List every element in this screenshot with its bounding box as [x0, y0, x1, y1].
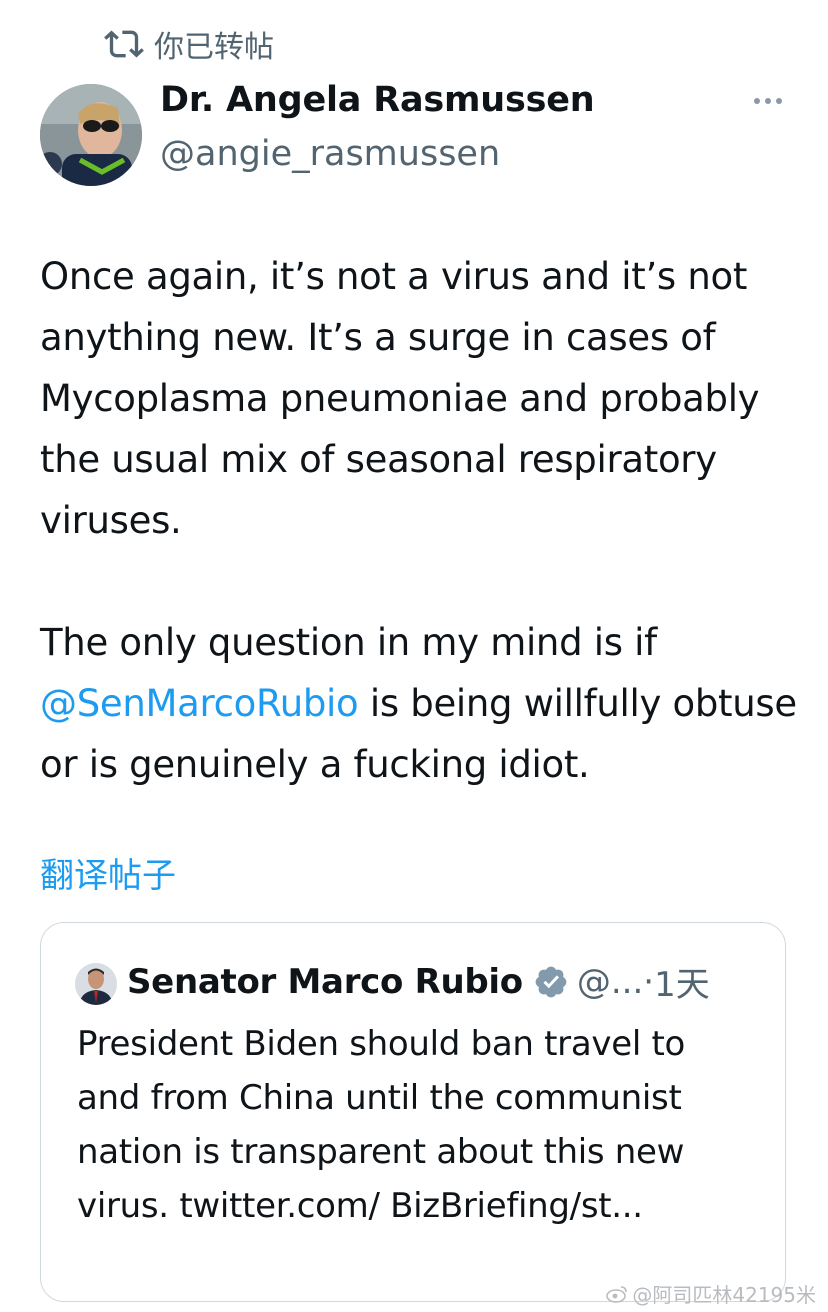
- quoted-author-avatar: [75, 963, 117, 1005]
- meta-separator: ·: [643, 961, 655, 1002]
- tweet-body: Once again, it’s not a virus and it’s no…: [40, 246, 810, 795]
- more-dot-icon: [754, 98, 760, 104]
- quoted-timestamp: 1天: [654, 965, 710, 1005]
- quoted-tweet-header: Senator Marco Rubio @... · 1天: [127, 957, 710, 1006]
- tweet-text-segment: The only question in my mind is if: [40, 621, 657, 664]
- more-dot-icon: [765, 98, 771, 104]
- mention-link[interactable]: @SenMarcoRubio: [40, 682, 359, 725]
- author-name[interactable]: Dr. Angela Rasmussen: [160, 80, 595, 120]
- tweet-paragraph: Once again, it’s not a virus and it’s no…: [40, 255, 760, 542]
- watermark-text: @阿司匹林42195米: [632, 1283, 816, 1307]
- quoted-author-name: Senator Marco Rubio: [127, 961, 523, 1002]
- author-avatar[interactable]: [40, 84, 142, 186]
- translate-post-link[interactable]: 翻译帖子: [40, 848, 176, 897]
- more-dot-icon: [776, 98, 782, 104]
- tweet-paragraph: The only question in my mind is if @SenM…: [40, 612, 810, 795]
- retweet-icon: [104, 30, 144, 58]
- weibo-logo-icon: [606, 1285, 628, 1303]
- verified-badge-icon: [535, 966, 567, 997]
- watermark: @阿司匹林42195米: [606, 1279, 816, 1308]
- retweet-indicator: 你已转帖: [104, 22, 274, 66]
- retweet-label: 你已转帖: [154, 30, 274, 65]
- author-handle[interactable]: @angie_rasmussen: [160, 134, 500, 174]
- more-options-button[interactable]: [748, 86, 788, 116]
- quoted-author-handle: @...: [576, 961, 644, 1002]
- quoted-tweet-card[interactable]: Senator Marco Rubio @... · 1天 President …: [40, 922, 786, 1302]
- quoted-tweet-text: President Biden should ban travel to and…: [77, 1024, 686, 1226]
